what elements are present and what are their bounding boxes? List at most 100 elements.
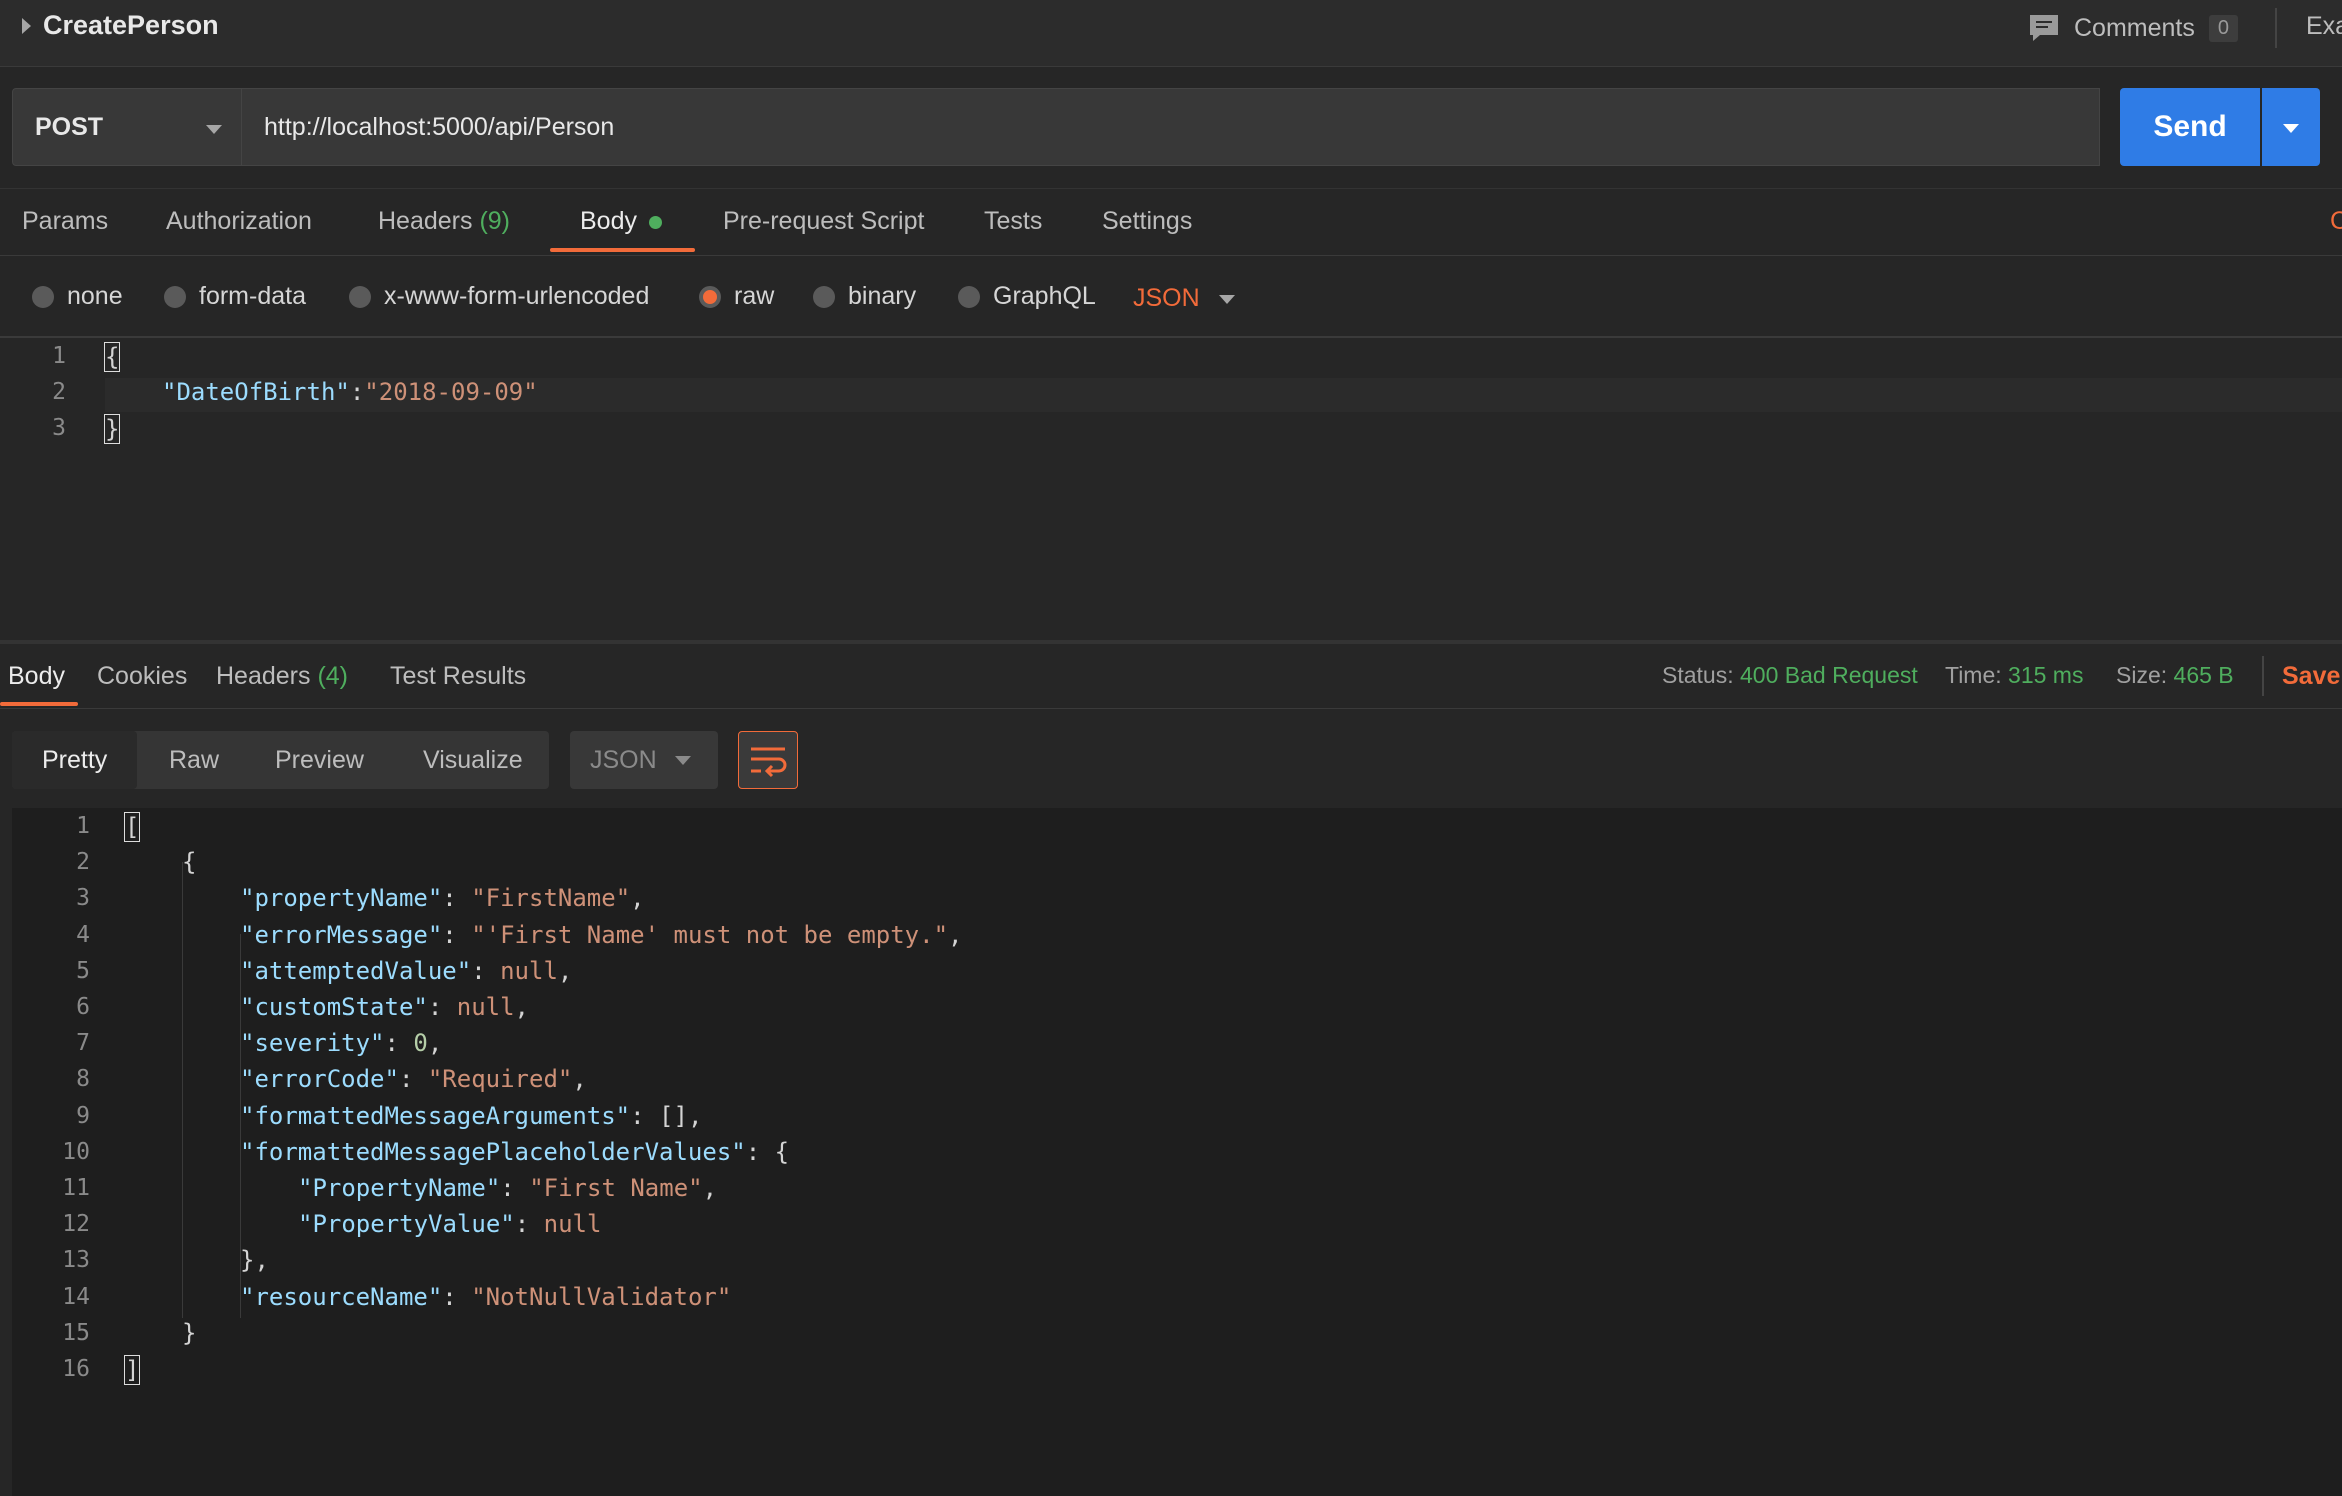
tab-body[interactable]: Body [580, 207, 662, 236]
code-line: "formattedMessageArguments": [], [240, 1102, 702, 1130]
expand-caret-icon[interactable] [22, 18, 31, 34]
line-number: 6 [76, 994, 90, 1020]
tab-authorization[interactable]: Authorization [166, 207, 312, 236]
save-response-button[interactable]: Save [2282, 662, 2340, 691]
examples-button[interactable]: Exa [2306, 12, 2342, 41]
comment-icon [2030, 15, 2058, 41]
code-line: }, [240, 1246, 269, 1274]
json-key: "formattedMessagePlaceholderValues" [240, 1137, 746, 1166]
radio-label: x-www-form-urlencoded [384, 282, 650, 310]
radio-form-data[interactable]: form-data [164, 282, 306, 311]
json-key: "PropertyValue" [298, 1210, 515, 1239]
response-format-select[interactable]: JSON [570, 731, 718, 789]
json-key: "propertyName" [240, 884, 443, 913]
code-line: { [182, 848, 196, 876]
code-line: "severity": 0, [240, 1029, 442, 1057]
headers-count: (9) [479, 207, 511, 235]
code-line: ] [124, 1355, 141, 1385]
json-punct: { [182, 848, 197, 877]
json-key: "resourceName" [240, 1282, 443, 1311]
request-header: CreatePerson Comments 0 Exa [0, 0, 2342, 67]
body-format-select[interactable]: JSON [1133, 284, 1235, 313]
radio-urlencoded[interactable]: x-www-form-urlencoded [349, 282, 649, 311]
request-tabs: Params Authorization Headers (9) Body Pr… [0, 188, 2342, 256]
size-value: 465 B [2173, 662, 2234, 688]
radio-dot [958, 285, 980, 308]
wrap-lines-button[interactable] [738, 731, 798, 789]
comments-button[interactable]: Comments 0 [2028, 12, 2238, 44]
radio-dot [813, 285, 835, 308]
send-options-button[interactable] [2262, 88, 2320, 166]
request-body-editor[interactable]: 1 2 3 { "DateOfBirth":"2018-09-09" } [0, 338, 2342, 640]
radio-dot [32, 285, 54, 308]
view-pretty[interactable]: Pretty [42, 746, 107, 775]
tab-headers[interactable]: Headers (9) [378, 207, 510, 236]
resp-tab-headers[interactable]: Headers (4) [216, 662, 348, 691]
tab-body-label: Body [580, 207, 637, 235]
radio-dot [349, 285, 371, 308]
response-format-label: JSON [590, 746, 657, 774]
line-number: 1 [52, 343, 66, 369]
size-group: Size: 465 B [2116, 662, 2234, 689]
json-punct: : [442, 1282, 472, 1311]
tab-settings[interactable]: Settings [1102, 207, 1192, 236]
resp-tab-body[interactable]: Body [8, 662, 65, 691]
resp-tab-test-results[interactable]: Test Results [390, 662, 526, 691]
url-input[interactable] [242, 88, 2100, 166]
json-punct: [ [124, 812, 141, 842]
code-line: [ [124, 812, 141, 842]
json-punct: , [687, 1101, 703, 1130]
line-number: 16 [62, 1356, 90, 1382]
json-key: "errorCode" [240, 1065, 399, 1094]
code-line: "DateOfBirth":"2018-09-09" [162, 378, 538, 406]
json-value: "FirstName" [471, 884, 631, 913]
line-number: 5 [76, 957, 90, 984]
radio-label: binary [848, 282, 917, 310]
time-label: Time: [1945, 662, 2002, 688]
code-brace: { [104, 342, 121, 372]
code-line: "resourceName": "NotNullValidator" [240, 1283, 731, 1311]
json-punct: : [500, 1174, 530, 1202]
tab-prerequest-script[interactable]: Pre-request Script [723, 207, 924, 236]
json-key: "formattedMessageArguments" [240, 1101, 631, 1130]
radio-graphql[interactable]: GraphQL [958, 282, 1096, 311]
resp-tab-cookies[interactable]: Cookies [97, 662, 187, 691]
json-key: "errorMessage" [240, 920, 443, 949]
request-title[interactable]: CreatePerson [43, 10, 219, 41]
cookies-link-fragment[interactable]: C [2330, 207, 2342, 236]
method-select[interactable]: POST [12, 88, 242, 166]
code-line: "propertyName": "FirstName", [240, 884, 645, 912]
view-preview[interactable]: Preview [275, 746, 364, 775]
radio-binary[interactable]: binary [813, 282, 916, 311]
json-value: null [543, 1210, 602, 1239]
response-body-viewer[interactable]: 1 2 3 4 5 6 7 8 9 10 11 12 13 14 15 16 [{"propertyName"… [12, 808, 2342, 1496]
active-tab-underline [0, 702, 78, 706]
json-punct: : [471, 956, 501, 985]
chevron-down-icon [1219, 295, 1235, 304]
comments-count-badge: 0 [2208, 14, 2238, 42]
json-value: "'First Name' must not be empty." [471, 920, 949, 949]
status-value: 400 Bad Request [1740, 662, 1918, 688]
json-punct: : [442, 884, 472, 913]
code-line: "PropertyName": "First Name", [298, 1174, 717, 1202]
json-colon: : [349, 378, 365, 406]
radio-none[interactable]: none [32, 282, 123, 311]
json-punct: [] [659, 1101, 688, 1130]
json-punct: , [630, 884, 645, 913]
line-number: 1 [76, 813, 90, 839]
resp-headers-count: (4) [317, 662, 349, 690]
active-tab-underline [550, 248, 695, 252]
view-raw[interactable]: Raw [169, 746, 219, 775]
tab-tests[interactable]: Tests [984, 207, 1042, 236]
send-button[interactable]: Send [2120, 88, 2260, 166]
line-number: 12 [62, 1211, 90, 1238]
radio-raw[interactable]: raw [699, 282, 774, 311]
json-punct: ] [124, 1355, 141, 1385]
tab-params[interactable]: Params [22, 207, 108, 236]
method-label: POST [35, 113, 104, 141]
resp-tab-headers-label: Headers [216, 662, 311, 690]
line-number: 15 [62, 1319, 90, 1346]
view-visualize[interactable]: Visualize [423, 746, 523, 775]
status-label: Status: [1662, 662, 1734, 688]
json-punct: : [442, 920, 472, 949]
